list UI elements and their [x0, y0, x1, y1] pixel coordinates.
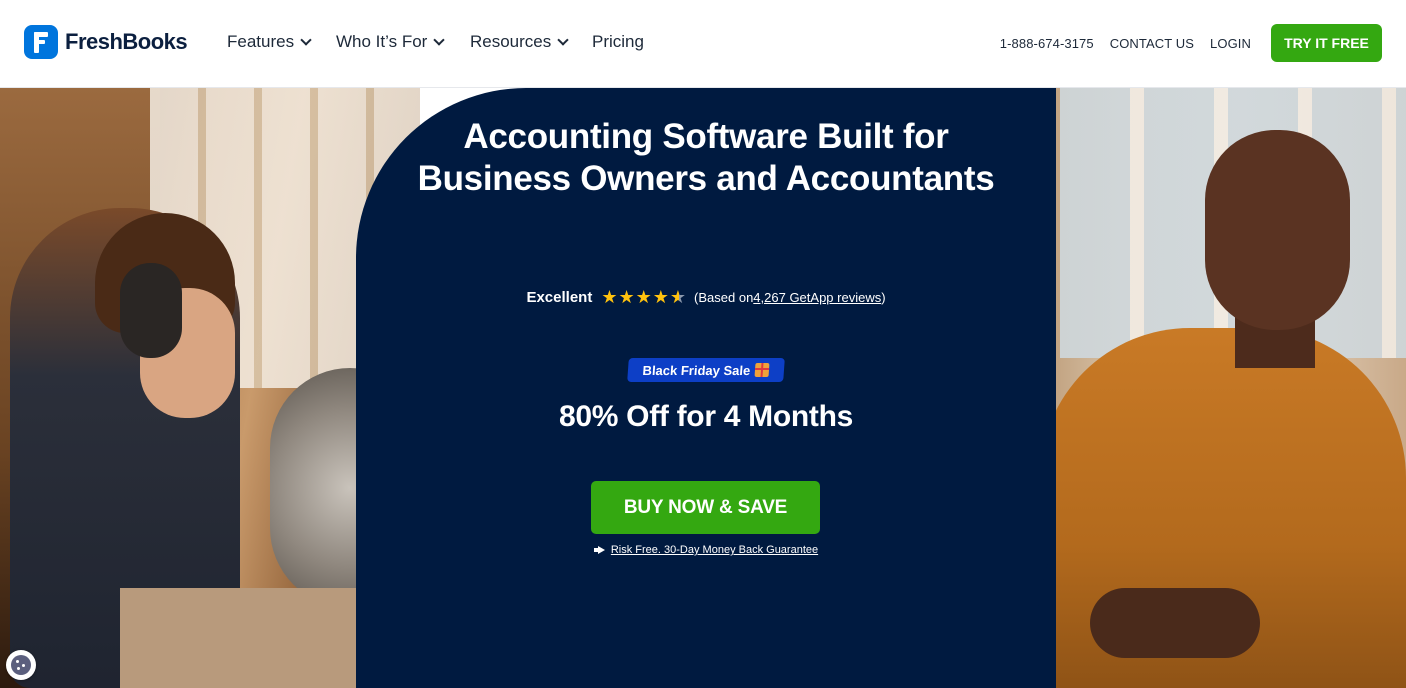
cookie-settings-button[interactable] [6, 650, 36, 680]
nav-label: Who It’s For [336, 32, 428, 51]
chevron-down-icon [557, 34, 569, 46]
nav-label: Resources [470, 32, 552, 51]
rating-stars: ★ ★ ★ ★ ★ [601, 288, 686, 306]
megaphone-icon [593, 546, 606, 554]
black-friday-badge: Black Friday Sale [627, 358, 785, 382]
nav-features[interactable]: Features [227, 30, 312, 54]
site-header: FreshBooks Features Who It’s For Resourc… [0, 0, 1406, 88]
try-it-free-button[interactable]: TRY IT FREE [1271, 24, 1382, 62]
star-icon: ★ [652, 287, 669, 307]
gift-icon [754, 363, 770, 377]
nav-label: Pricing [592, 32, 644, 51]
guarantee-text: Risk Free. 30-Day Money Back Guarantee [610, 544, 819, 556]
offer-text: 80% Off for 4 Months [558, 400, 853, 433]
phone-link[interactable]: 1-888-674-3175 [1000, 36, 1094, 51]
hero-panel-curve [1000, 518, 1056, 688]
hero-headline: Accounting Software Built for Business O… [417, 117, 995, 198]
brand-name: FreshBooks [65, 29, 188, 54]
sale-badge-label: Black Friday Sale [642, 362, 751, 378]
chevron-down-icon [300, 34, 312, 46]
rating-based-on-suffix: ) [881, 289, 886, 305]
nav-who-its-for[interactable]: Who It’s For [336, 30, 445, 54]
nav-label: Features [227, 32, 295, 51]
contact-us-link[interactable]: CONTACT US [1110, 36, 1194, 51]
star-half-icon: ★ [669, 287, 687, 307]
star-icon: ★ [635, 287, 652, 307]
star-icon: ★ [601, 287, 618, 307]
getapp-reviews-link[interactable]: 4,267 GetApp reviews [753, 290, 881, 305]
login-link[interactable]: LOGIN [1210, 36, 1251, 51]
header-actions: 1-888-674-3175 CONTACT US LOGIN TRY IT F… [1000, 24, 1382, 62]
buy-now-button[interactable]: BUY NOW & SAVE [591, 481, 820, 534]
hero-photo-laptop-user [1000, 88, 1406, 688]
nav-resources[interactable]: Resources [470, 30, 569, 54]
freshbooks-logo[interactable]: FreshBooks [24, 25, 188, 59]
chevron-down-icon [433, 34, 445, 46]
cookie-icon [11, 655, 31, 675]
rating-based-on-prefix: (Based on [694, 289, 754, 305]
star-icon: ★ [618, 287, 635, 307]
rating-label: Excellent [526, 288, 593, 306]
freshbooks-logo-icon [24, 25, 58, 59]
nav-pricing[interactable]: Pricing [592, 30, 644, 54]
rating-row: Excellent ★ ★ ★ ★ ★ (Based on 4,267 GetA… [416, 288, 996, 306]
guarantee-link[interactable]: Risk Free. 30-Day Money Back Guarantee [416, 544, 996, 556]
